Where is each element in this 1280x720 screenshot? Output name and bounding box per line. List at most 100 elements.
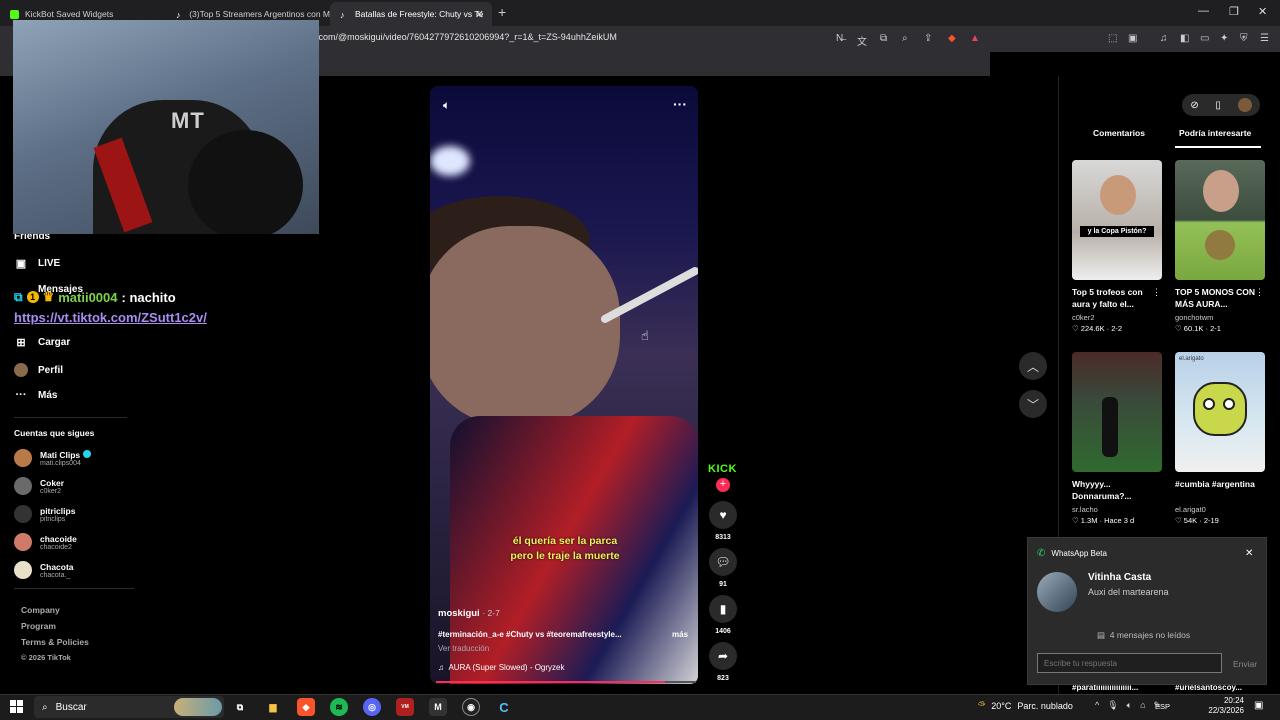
extensions-icon[interactable]: ⬚ xyxy=(1108,33,1117,44)
obs-icon[interactable]: ◉ xyxy=(462,698,480,716)
network-icon[interactable]: ⌂ xyxy=(1140,700,1145,711)
language-indicator[interactable]: ESP xyxy=(1155,702,1170,711)
close-window-button[interactable]: ✕ xyxy=(1258,5,1267,18)
nav-upload[interactable]: ⊞ Cargar xyxy=(14,336,70,349)
account-item[interactable]: chacoide chacoide2 xyxy=(14,533,77,551)
tab-suggested[interactable]: Podría interesarte xyxy=(1179,128,1251,138)
account-item[interactable]: Chacota chacota._ xyxy=(14,561,74,579)
chat-link[interactable]: https://vt.tiktok.com/ZSutt1c2v/ xyxy=(14,310,207,325)
close-notification-icon[interactable]: ✕ xyxy=(1245,548,1253,559)
nav-live[interactable]: ▣ LIVE xyxy=(14,257,60,270)
send-button[interactable]: Enviar xyxy=(1233,659,1257,669)
reader-icon[interactable]: N̶ xyxy=(836,33,843,44)
screenshot-icon[interactable]: ▣ xyxy=(1128,33,1137,44)
thumb-player xyxy=(1102,397,1118,457)
spotify-icon[interactable]: ≋ xyxy=(330,698,348,716)
save-button[interactable]: ▮ xyxy=(709,595,737,623)
next-video-button[interactable]: ﹀ xyxy=(1019,390,1047,418)
tab-batallas[interactable]: ♪ Batallas de Freestyle: Chuty vs Te ✕ xyxy=(330,2,492,26)
leo-icon[interactable]: ✦ xyxy=(1220,33,1228,44)
sub-badge-icon: 1 xyxy=(26,291,39,303)
speaker-icon[interactable]: 🔈︎ xyxy=(1127,700,1132,711)
close-tab-icon[interactable]: ✕ xyxy=(475,8,484,21)
wallet-icon[interactable]: ▭ xyxy=(1200,33,1209,44)
like-button[interactable]: ♥ xyxy=(709,501,737,529)
footer-program[interactable]: Program xyxy=(21,621,56,631)
task-view-icon[interactable]: ⧉ xyxy=(231,698,249,716)
footer-company[interactable]: Company xyxy=(21,605,60,615)
user-avatar[interactable] xyxy=(1237,98,1252,112)
nav-profile[interactable]: Perfil xyxy=(14,363,63,377)
share-button[interactable]: ➦ xyxy=(709,642,737,670)
video-music[interactable]: ♫ AURA (Super Slowed) - Ogryzek xyxy=(438,663,565,672)
account-item[interactable]: Coker c0ker2 xyxy=(14,477,64,495)
taskbar-search[interactable]: ⌕ Buscar xyxy=(34,696,224,718)
more-icon[interactable]: ⋮ xyxy=(1255,287,1264,298)
video-description[interactable]: #terminación_a-e #Chuty vs #teoremafrees… xyxy=(438,630,622,639)
minimize-button[interactable]: — xyxy=(1198,5,1209,17)
vpn-icon[interactable]: ⛨ xyxy=(1240,33,1248,44)
share-icon[interactable]: ⇪ xyxy=(924,33,932,44)
author-name: moskigui xyxy=(438,608,480,619)
card-stats: ♡ 54K · 2-19 xyxy=(1175,516,1219,525)
windows-start-icon[interactable] xyxy=(10,700,23,713)
account-item[interactable]: pitriclips pitriclips xyxy=(14,505,75,523)
suggested-card[interactable]: TOP 5 MONOS CON MÁS AURA... gonchotwm ♡ … xyxy=(1175,160,1265,333)
clock[interactable]: 20:24 22/3/2026 xyxy=(1202,696,1244,716)
card-author: c0ker2 xyxy=(1072,313,1095,322)
suggested-card[interactable]: y la Copa Pistón? Top 5 trofeos con aura… xyxy=(1072,160,1162,333)
nav-more[interactable]: ··· Más xyxy=(14,389,58,401)
like-count: 8313 xyxy=(715,534,731,541)
file-explorer-icon[interactable]: ▆ xyxy=(264,698,282,716)
weather-widget[interactable]: ⛅︎ 20°C Parc. nublado xyxy=(978,700,1073,711)
volume-icon[interactable]: 🔈︎ xyxy=(443,98,450,113)
translate-icon[interactable]: 文 xyxy=(857,33,867,48)
open-external-icon[interactable]: ⧉ xyxy=(880,33,887,44)
account-handle: pitriclips xyxy=(40,515,66,523)
follow-plus-button[interactable]: + xyxy=(716,478,730,492)
reply-input[interactable] xyxy=(1037,653,1222,673)
restore-button[interactable]: ❐ xyxy=(1229,5,1239,18)
tiktok-icon: ♪ xyxy=(176,9,181,20)
zoom-icon[interactable]: ⌕ xyxy=(902,33,908,44)
brave-icon[interactable]: ◆ xyxy=(297,698,315,716)
more-icon[interactable]: ⋮ xyxy=(1152,287,1161,298)
voicemeeter-icon[interactable]: VM xyxy=(396,698,414,716)
tab-comments[interactable]: Comentarios xyxy=(1093,128,1145,138)
stream-app-icon[interactable]: M xyxy=(429,698,447,716)
nav-divider xyxy=(14,417,127,418)
footer-terms[interactable]: Terms & Policies xyxy=(21,637,89,647)
video-player[interactable] xyxy=(430,86,698,684)
creator-avatar-kick[interactable]: KICK xyxy=(708,463,737,475)
sidebar-icon[interactable]: ◧ xyxy=(1180,33,1189,44)
unread-count: ▤ 4 mensajes no leídos xyxy=(1097,630,1190,641)
chevron-up-icon[interactable]: ^ xyxy=(1095,700,1099,711)
thumb-eye xyxy=(1223,398,1235,410)
suggested-card[interactable]: Whyyyy... Donnaruma?... sr.lacho ♡ 1.3M … xyxy=(1072,352,1162,525)
more-options-icon[interactable]: ··· xyxy=(673,96,687,112)
compass-icon[interactable]: ⊘ xyxy=(1190,100,1198,111)
new-tab-button[interactable]: + xyxy=(498,4,506,20)
rewards-icon[interactable]: ▲ xyxy=(970,33,980,44)
translate-link[interactable]: Ver traducción xyxy=(438,644,489,653)
discord-icon[interactable]: ◎ xyxy=(363,698,381,716)
suggested-card[interactable]: el.arigato #cumbia #argentina el.arigat0… xyxy=(1175,352,1265,525)
bookmark-icon: ▮ xyxy=(719,602,727,616)
music-icon[interactable]: ♫ xyxy=(1160,33,1168,44)
video-subtitles: él quería ser la parca pero le traje la … xyxy=(470,534,660,564)
brave-shield-icon[interactable]: ◆ xyxy=(948,33,956,44)
microphone-icon[interactable]: 🎙︎ xyxy=(1107,700,1118,711)
previous-video-button[interactable]: ︿ xyxy=(1019,352,1047,380)
account-item[interactable]: Mati Clips mati.clips004 xyxy=(14,449,91,467)
video-date: · 2-7 xyxy=(482,608,500,618)
more-link[interactable]: más xyxy=(672,630,688,639)
address-bar[interactable]: .com/@moskigui/video/7604277972610206994… xyxy=(316,32,617,42)
notification-center-icon[interactable]: ▣ xyxy=(1254,700,1263,711)
cursor-app-icon[interactable]: C xyxy=(495,698,513,716)
menu-icon[interactable]: ☰ xyxy=(1260,33,1269,44)
video-author[interactable]: moskigui · 2-7 xyxy=(438,608,500,619)
top-right-controls: ⊘ ▯ xyxy=(1182,94,1260,116)
device-icon[interactable]: ▯ xyxy=(1215,100,1221,111)
video-progress-bar[interactable] xyxy=(436,681,696,683)
comment-button[interactable]: 💬︎ xyxy=(709,548,737,576)
